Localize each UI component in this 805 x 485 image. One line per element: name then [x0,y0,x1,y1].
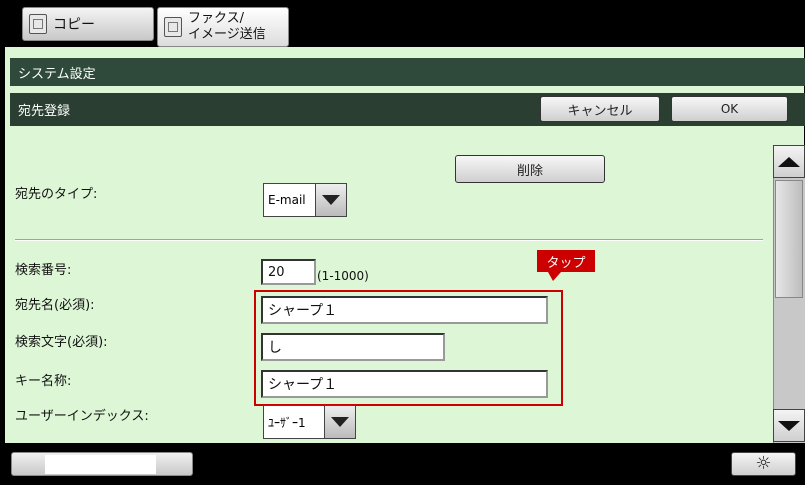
chevron-down-icon [315,184,346,216]
key-name-field[interactable]: シャープ１ [261,370,548,398]
callout-pointer [548,272,561,281]
tab-fax-label: ファクス/ イメージ送信 [188,11,266,43]
scrollbar-thumb[interactable] [775,180,803,298]
brightness-button[interactable]: ☼ [731,452,796,476]
dest-type-label: 宛先のタイプ: [15,187,98,202]
dest-type-select[interactable]: E-mail [263,183,347,217]
copy-icon [29,14,47,34]
tap-callout: タップ [537,250,595,272]
arrow-down-icon [778,420,800,431]
search-char-field[interactable]: し [261,333,445,361]
scroll-up-button[interactable] [773,145,805,178]
tab-fax-label-line1: ファクス/ [188,11,244,26]
sun-icon: ☼ [755,453,772,474]
ok-button[interactable]: OK [671,96,788,122]
dest-name-label: 宛先名(必須): [15,298,95,313]
tab-copy-label: コピー [53,17,95,33]
tab-fax-image-send[interactable]: ファクス/ イメージ送信 [157,7,289,47]
divider [15,239,763,241]
user-index-select[interactable]: ﾕｰｻﾞｰ1 [263,405,356,439]
progress-fill [45,455,156,474]
chevron-down-icon [324,406,355,438]
search-char-label: 検索文字(必須): [15,335,108,350]
delete-button[interactable]: 削除 [455,155,605,183]
tab-copy[interactable]: コピー [22,7,154,41]
dest-type-value: E-mail [268,193,306,207]
search-no-range: (1-1000) [317,269,369,283]
search-no-label: 検索番号: [15,263,72,278]
user-index-value: ﾕｰｻﾞｰ1 [268,415,306,430]
page-subtitle: 宛先登録 [18,104,71,119]
search-no-field[interactable]: 20 [261,259,316,285]
tab-fax-label-line2: イメージ送信 [188,27,266,42]
scroll-down-button[interactable] [773,409,805,442]
arrow-up-icon [778,156,800,167]
cancel-button[interactable]: キャンセル [540,96,660,122]
key-name-label: キー名称: [15,374,72,389]
user-index-label: ユーザーインデックス: [15,409,149,424]
fax-icon [164,17,182,37]
dest-name-field[interactable]: シャープ１ [261,296,548,324]
page-title: システム設定 [10,58,805,86]
